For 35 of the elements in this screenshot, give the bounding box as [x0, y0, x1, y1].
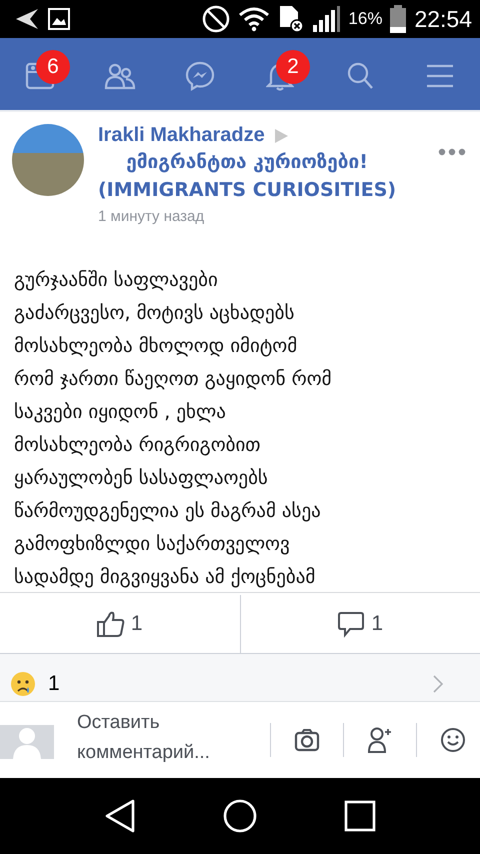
- more-icon[interactable]: [438, 148, 466, 156]
- reactions-bar[interactable]: 1: [0, 654, 480, 702]
- triangle-right-icon: [272, 128, 289, 144]
- image-icon: [48, 8, 70, 30]
- menu-icon: [426, 63, 454, 89]
- sim-card-icon: [278, 5, 304, 33]
- post-text: გურჯაანში საფლავები გაძარცვესო, მოტივს აცხადებს მოსახლეობა მხოლოდ იმიტომ რომ ჯართი წაეღოთ გაყიდონ რომ საკვები იყიდონ , ეხლა მოსახლეობა რიგრიგობით ყარაულობენ სასაფლაოებს წარმოუდგენელია ეს მაგრამ ასეა გამოფხიზლდი საქართველოვ სადამდე მიგვიყვანა ამ ქოცნებამ: [0, 258, 480, 593]
- back-icon[interactable]: [104, 799, 136, 833]
- signal-icon: [312, 5, 340, 33]
- feed-tab[interactable]: 6: [0, 38, 80, 110]
- camera-icon[interactable]: [294, 728, 320, 752]
- notification-badge: 2: [276, 50, 310, 84]
- battery-percent: 16%: [348, 9, 382, 29]
- page-name[interactable]: ემიგრანტთა კურიოზები! (IMMIGRANTS CURIOSITIES): [98, 149, 396, 204]
- wifi-icon: [238, 6, 270, 32]
- search-icon: [346, 61, 374, 91]
- notifications-tab[interactable]: 2: [240, 38, 320, 110]
- speech-bubble-icon: [337, 610, 366, 638]
- messenger-icon: [185, 61, 215, 91]
- thumbs-up-icon: [96, 610, 125, 638]
- home-icon[interactable]: [222, 799, 257, 833]
- do-not-disturb-icon: [202, 5, 230, 33]
- add-person-icon[interactable]: [367, 726, 393, 754]
- clock: 22:54: [414, 6, 472, 32]
- crying-face-icon: [10, 670, 36, 696]
- friends-icon: [104, 62, 136, 90]
- recent-apps-icon[interactable]: [344, 800, 376, 832]
- chevron-right-icon: [432, 674, 444, 694]
- post-time: 1 минуту назад: [98, 208, 204, 226]
- battery-icon: [390, 5, 406, 33]
- reaction-count: 1: [48, 672, 60, 696]
- smiley-icon[interactable]: [440, 727, 466, 753]
- back-arrow-icon: [14, 7, 40, 31]
- author-name[interactable]: Irakli Makharadze: [98, 124, 265, 147]
- notification-badge: 6: [36, 50, 70, 84]
